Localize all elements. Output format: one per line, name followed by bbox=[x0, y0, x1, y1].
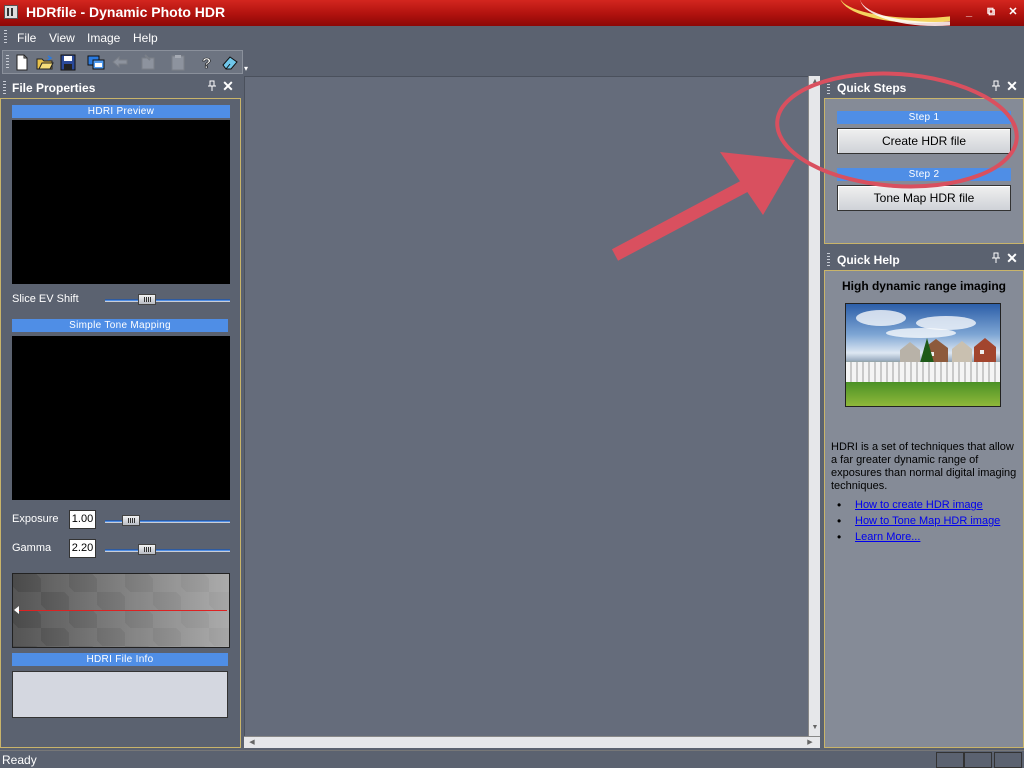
menu-file[interactable]: File bbox=[17, 31, 36, 45]
photo-cloud bbox=[856, 310, 906, 326]
status-cell bbox=[936, 752, 964, 768]
toolbar-overflow-icon[interactable]: ▾ bbox=[244, 64, 252, 74]
status-text: Ready bbox=[2, 753, 37, 767]
scroll-left-icon[interactable]: ◀ bbox=[246, 737, 258, 749]
quick-steps-body: Step 1 Create HDR file Step 2 Tone Map H… bbox=[824, 98, 1024, 244]
eraser-icon[interactable] bbox=[221, 54, 239, 71]
restore-button[interactable]: ⧉ bbox=[984, 6, 998, 18]
file-properties-title: File Properties bbox=[12, 81, 96, 95]
copy-windows-icon[interactable] bbox=[87, 54, 105, 71]
file-properties-header: File Properties ✕ bbox=[0, 78, 241, 98]
pin-icon[interactable] bbox=[206, 80, 218, 94]
hdri-file-info-box bbox=[12, 671, 228, 718]
help-link-item: How to create HDR image bbox=[837, 498, 1000, 515]
panel-grip-icon[interactable] bbox=[827, 81, 830, 95]
status-cell bbox=[994, 752, 1022, 768]
slice-ev-shift-slider[interactable] bbox=[105, 293, 230, 307]
title-bar: HDRfile - Dynamic Photo HDR _ ⧉ ✕ bbox=[0, 0, 1024, 26]
minimize-button[interactable]: _ bbox=[962, 6, 976, 18]
pin-icon[interactable] bbox=[990, 80, 1002, 94]
quick-steps-title: Quick Steps bbox=[837, 81, 907, 95]
menu-view[interactable]: View bbox=[49, 31, 75, 45]
file-properties-panel: File Properties ✕ HDRI Preview Slice EV … bbox=[0, 78, 241, 748]
exposure-label: Exposure bbox=[12, 513, 59, 525]
simple-tone-mapping-label: Simple Tone Mapping bbox=[12, 319, 228, 332]
pin-icon[interactable] bbox=[990, 252, 1002, 266]
vertical-scrollbar[interactable]: ▲ ▼ bbox=[808, 76, 820, 736]
hdri-preview-label: HDRI Preview bbox=[12, 105, 230, 118]
hdr-sample-photo bbox=[845, 303, 1001, 407]
new-file-icon[interactable] bbox=[13, 54, 31, 71]
file-properties-body: HDRI Preview Slice EV Shift Simple Tone … bbox=[0, 98, 241, 748]
help-link-item: How to Tone Map HDR image bbox=[837, 514, 1000, 531]
quick-help-body: High dynamic range imaging HDRI is a set… bbox=[824, 270, 1024, 748]
panel-grip-icon[interactable] bbox=[3, 81, 6, 95]
help-icon[interactable]: ? bbox=[197, 54, 215, 73]
slider-thumb[interactable] bbox=[138, 544, 156, 555]
quick-help-heading: High dynamic range imaging bbox=[841, 279, 1007, 293]
status-bar: Ready bbox=[0, 750, 1024, 768]
gamma-value-field[interactable]: 2.20 bbox=[69, 539, 96, 558]
toolbar-grip-icon[interactable] bbox=[6, 55, 9, 69]
title-swoosh-decoration bbox=[820, 0, 950, 26]
hdri-preview-canvas bbox=[12, 120, 230, 284]
close-panel-icon[interactable]: ✕ bbox=[222, 79, 234, 93]
quick-help-title: Quick Help bbox=[837, 253, 900, 267]
curve-line bbox=[17, 610, 227, 611]
app-film-icon[interactable] bbox=[4, 5, 18, 19]
scroll-up-icon[interactable]: ▲ bbox=[809, 76, 821, 88]
step1-label: Step 1 bbox=[837, 111, 1011, 124]
main-toolbar: ? bbox=[2, 50, 243, 74]
learn-more-link[interactable]: Learn More... bbox=[855, 531, 920, 543]
back-arrow-icon[interactable] bbox=[111, 54, 129, 71]
slider-thumb[interactable] bbox=[122, 515, 140, 526]
menu-help[interactable]: Help bbox=[133, 31, 158, 45]
tone-mapping-preview-canvas bbox=[12, 336, 230, 500]
horizontal-scrollbar[interactable]: ◀ ▶ bbox=[244, 736, 820, 748]
curve-marker-icon[interactable] bbox=[14, 606, 19, 614]
menu-grip-icon[interactable] bbox=[4, 30, 7, 44]
svg-text:?: ? bbox=[202, 55, 211, 71]
how-to-tone-map-link[interactable]: How to Tone Map HDR image bbox=[855, 515, 1000, 527]
quick-help-panel: Quick Help ✕ High dynamic range imaging bbox=[824, 250, 1024, 748]
close-panel-icon[interactable]: ✕ bbox=[1006, 251, 1018, 265]
gamma-label: Gamma bbox=[12, 542, 52, 554]
create-hdr-file-button[interactable]: Create HDR file bbox=[837, 128, 1011, 154]
close-button[interactable]: ✕ bbox=[1006, 6, 1020, 18]
panel-grip-icon[interactable] bbox=[827, 253, 830, 267]
slider-thumb[interactable] bbox=[138, 294, 156, 305]
close-panel-icon[interactable]: ✕ bbox=[1006, 79, 1018, 93]
quick-steps-header: Quick Steps ✕ bbox=[824, 78, 1024, 98]
hdri-file-info-label: HDRI File Info bbox=[12, 653, 228, 666]
app-window: HDRfile - Dynamic Photo HDR _ ⧉ ✕ File V… bbox=[0, 0, 1024, 768]
quick-steps-panel: Quick Steps ✕ Step 1 Create HDR file Ste… bbox=[824, 78, 1024, 244]
clipboard-icon[interactable] bbox=[169, 54, 187, 71]
status-cell bbox=[964, 752, 992, 768]
scroll-right-icon[interactable]: ▶ bbox=[804, 737, 816, 749]
slice-ev-shift-label: Slice EV Shift bbox=[12, 293, 79, 305]
open-folder-icon[interactable] bbox=[36, 54, 54, 71]
exposure-slider[interactable] bbox=[105, 514, 230, 528]
menu-bar: File View Image Help bbox=[0, 26, 1024, 48]
gamma-slider[interactable] bbox=[105, 543, 230, 557]
step2-label: Step 2 bbox=[837, 168, 1011, 181]
menu-image[interactable]: Image bbox=[87, 31, 120, 45]
quick-help-header: Quick Help ✕ bbox=[824, 250, 1024, 270]
help-link-item: Learn More... bbox=[837, 530, 1000, 547]
tone-curve-graph[interactable] bbox=[12, 573, 230, 648]
exposure-value-field[interactable]: 1.00 bbox=[69, 510, 96, 529]
quick-help-description: HDRI is a set of techniques that allow a… bbox=[831, 441, 1017, 492]
window-title: HDRfile - Dynamic Photo HDR bbox=[26, 4, 226, 20]
import-icon[interactable] bbox=[139, 54, 157, 71]
image-workspace[interactable] bbox=[244, 76, 820, 748]
slider-track bbox=[105, 549, 230, 552]
how-to-create-hdr-link[interactable]: How to create HDR image bbox=[855, 499, 983, 511]
slider-track bbox=[105, 299, 230, 302]
tone-map-hdr-file-button[interactable]: Tone Map HDR file bbox=[837, 185, 1011, 211]
save-icon[interactable] bbox=[59, 54, 77, 71]
scroll-down-icon[interactable]: ▼ bbox=[809, 722, 821, 734]
quick-help-links: How to create HDR image How to Tone Map … bbox=[837, 498, 1000, 547]
photo-fence bbox=[846, 362, 1000, 382]
